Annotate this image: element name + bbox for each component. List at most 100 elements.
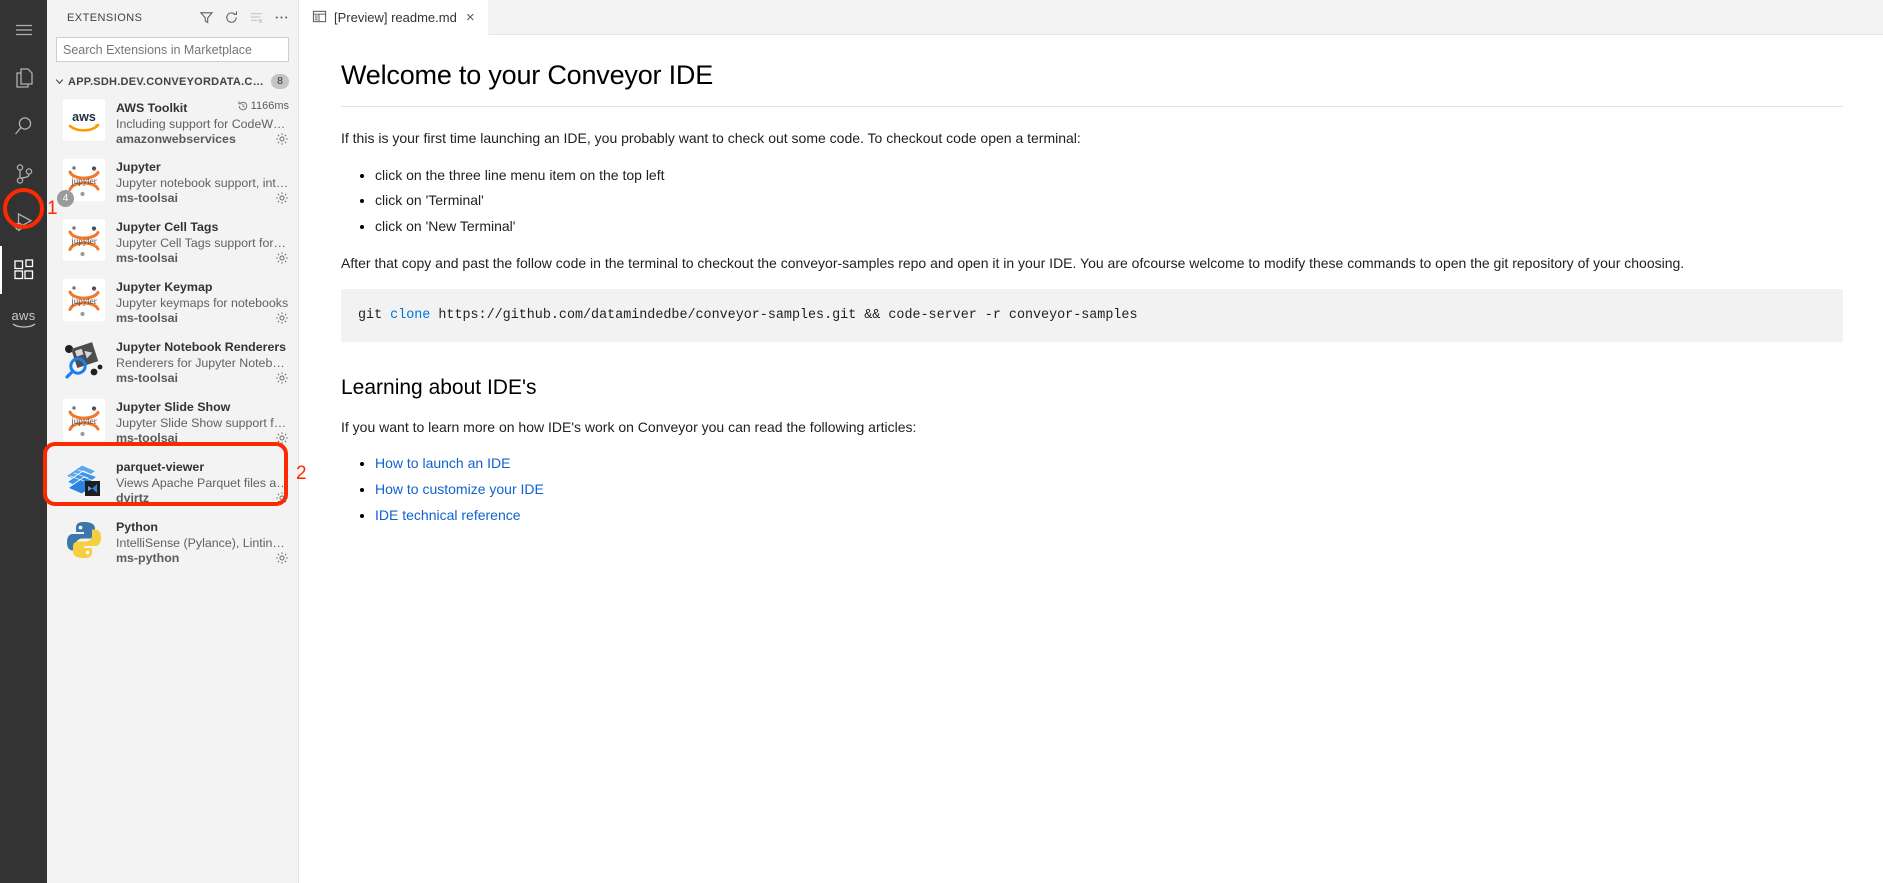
extensions-list[interactable]: aws AWS Toolkit 1166ms Including support … — [47, 93, 298, 883]
extension-description: Views Apache Parquet files as JS... — [116, 476, 289, 490]
sidebar-item-search[interactable] — [0, 102, 47, 150]
gear-icon[interactable] — [275, 431, 289, 445]
steps-list: click on the three line menu item on the… — [341, 165, 1843, 238]
doc-link[interactable]: How to customize your IDE — [375, 481, 544, 497]
extension-name: Python — [116, 520, 158, 534]
search-row — [47, 35, 298, 70]
code-cmd: git — [358, 308, 391, 324]
gear-icon[interactable] — [275, 191, 289, 205]
extension-publisher: dvirtz — [116, 491, 150, 505]
step-list-item: click on 'Terminal' — [375, 190, 1843, 212]
extension-title-row: AWS Toolkit 1166ms — [116, 100, 289, 115]
sidebar-title: EXTENSIONS — [67, 11, 143, 24]
extension-list-item[interactable]: jupyter Jupyter Cell Tags Jupyter Cell Ta… — [47, 213, 298, 273]
code-block[interactable]: git clone https://github.com/datamindedb… — [341, 289, 1843, 343]
extension-icon — [63, 519, 105, 561]
step-list-item: click on 'New Terminal' — [375, 216, 1843, 238]
refresh-icon[interactable] — [223, 10, 239, 26]
code-rest: https://github.com/datamindedbe/conveyor… — [430, 308, 1138, 324]
clear-list-icon[interactable] — [248, 10, 264, 26]
extension-actions — [275, 251, 289, 265]
svg-text:jupyter: jupyter — [70, 236, 97, 246]
search-icon — [14, 117, 31, 135]
extension-list-item[interactable]: Jupyter Notebook Renderers Renderers for … — [47, 333, 298, 393]
svg-text:jupyter: jupyter — [70, 416, 97, 426]
sidebar-item-source-control[interactable] — [0, 150, 47, 198]
files-icon — [15, 68, 33, 88]
extension-list-item[interactable]: jupyter 4 Jupyter Jupyter notebook support… — [47, 153, 298, 213]
hamburger-menu-icon — [15, 24, 32, 36]
gear-icon[interactable] — [275, 251, 289, 265]
extension-name: Jupyter Slide Show — [116, 400, 231, 414]
extension-description: Jupyter keymaps for notebooks — [116, 296, 289, 310]
jupyter-logo-icon: jupyter — [63, 399, 105, 441]
extension-activation-time: 1166ms — [237, 100, 289, 112]
extension-icon — [63, 459, 105, 501]
notebook-renderers-logo-icon — [65, 342, 103, 379]
aws-swoosh-icon — [12, 322, 35, 328]
extension-actions — [275, 371, 289, 385]
extension-footer-row: ms-toolsai — [116, 191, 289, 205]
gear-icon[interactable] — [275, 311, 289, 325]
extension-footer-row: ms-python — [116, 551, 289, 565]
extension-list-item[interactable]: aws AWS Toolkit 1166ms Including support … — [47, 93, 298, 153]
extension-list-item[interactable]: jupyter Jupyter Slide Show Jupyter Slide … — [47, 393, 298, 453]
extension-actions — [275, 191, 289, 205]
parquet-logo-icon — [65, 464, 100, 496]
gear-icon[interactable] — [275, 551, 289, 565]
extension-icon — [63, 339, 105, 381]
extension-actions — [275, 551, 289, 565]
extension-publisher: ms-toolsai — [116, 191, 178, 205]
doc-link[interactable]: How to launch an IDE — [375, 455, 510, 471]
markdown-preview: Welcome to your Conveyor IDE If this is … — [299, 35, 1883, 883]
extension-title-row: Python — [116, 520, 289, 534]
extension-actions — [275, 491, 289, 505]
extension-footer-row: ms-toolsai — [116, 371, 289, 385]
preview-icon — [312, 9, 327, 27]
extension-actions — [275, 132, 289, 146]
installed-count-badge: 8 — [271, 74, 289, 89]
more-actions-icon[interactable] — [273, 10, 289, 26]
extension-list-item[interactable]: Python IntelliSense (Pylance), Linting, D… — [47, 513, 298, 573]
sidebar-item-explorer[interactable] — [0, 54, 47, 102]
extension-icon: jupyter 4 — [57, 159, 105, 207]
extension-publisher: ms-toolsai — [116, 371, 178, 385]
markdown-body: Welcome to your Conveyor IDE If this is … — [341, 55, 1843, 526]
gear-icon[interactable] — [275, 132, 289, 146]
extension-icon: aws — [63, 99, 105, 141]
run-debug-icon — [13, 212, 32, 232]
sidebar-item-run-debug[interactable] — [0, 198, 47, 246]
extensions-icon — [13, 259, 33, 280]
menu-button[interactable] — [0, 6, 47, 54]
extension-body: Jupyter Notebook Renderers Renderers for … — [116, 339, 289, 393]
doc-link[interactable]: IDE technical reference — [375, 507, 521, 523]
extension-list-item[interactable]: jupyter Jupyter Keymap Jupyter keymaps fo… — [47, 273, 298, 333]
extension-footer-row: ms-toolsai — [116, 251, 289, 265]
extension-list-item[interactable]: parquet-viewer Views Apache Parquet files… — [47, 453, 298, 513]
section2-title: Learning about IDE's — [341, 376, 537, 400]
extension-actions — [275, 431, 289, 445]
extension-footer-row: dvirtz — [116, 491, 289, 505]
page-title: Welcome to your Conveyor IDE — [341, 55, 1843, 107]
close-icon[interactable]: × — [464, 10, 477, 25]
gear-icon[interactable] — [275, 371, 289, 385]
after-paragraph: After that copy and past the follow code… — [341, 254, 1685, 271]
extension-body: AWS Toolkit 1166ms Including support for … — [116, 99, 289, 153]
sidebar-item-extensions[interactable] — [0, 246, 47, 294]
activity-bar: aws — [0, 0, 47, 883]
gear-icon[interactable] — [275, 491, 289, 505]
extension-title-row: Jupyter Notebook Renderers — [116, 340, 289, 354]
filter-icon[interactable] — [198, 10, 214, 26]
extension-publisher: ms-toolsai — [116, 251, 178, 265]
svg-text:jupyter: jupyter — [70, 176, 97, 186]
search-input[interactable] — [56, 37, 289, 62]
tab-label: [Preview] readme.md — [334, 10, 457, 25]
extension-body: Jupyter Keymap Jupyter keymaps for notebo… — [116, 279, 289, 333]
extension-publisher: amazonwebservices — [116, 132, 236, 146]
tab-preview-readme[interactable]: [Preview] readme.md × — [299, 0, 489, 35]
installed-section-header[interactable]: APP.SDH.DEV.CONVEYORDATA.COM - INS... 8 — [47, 70, 298, 93]
link-list-item: IDE technical reference — [375, 505, 1843, 527]
extension-badge: 4 — [57, 190, 74, 207]
sidebar-item-aws[interactable]: aws — [0, 294, 47, 342]
svg-text:aws: aws — [72, 110, 96, 124]
